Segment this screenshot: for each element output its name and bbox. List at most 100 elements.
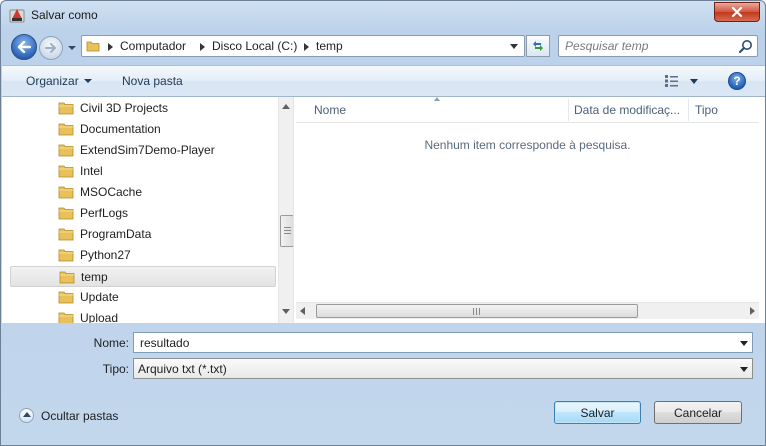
column-divider[interactable] [568,99,569,121]
close-icon [731,7,743,17]
search-input[interactable] [563,38,731,54]
main-area: Upload Update temp Python27 ProgramData PerfL… [2,97,765,323]
recent-pages-chevron-down-icon[interactable] [67,43,77,53]
folder-icon [86,41,100,52]
folder-icon [58,312,74,323]
tree-item-folder[interactable]: MSOCache [10,182,276,203]
tree-item-label: Upload [80,311,119,323]
file-name-label: Nome: [93,336,129,350]
refresh-icon [533,41,543,51]
organize-menu-button[interactable]: Organizar [26,74,92,88]
folder-icon [58,207,74,220]
navigation-pane-vertical-scrollbar[interactable] [278,97,293,323]
tree-item-label: ExtendSim7Demo-Player [80,143,215,157]
tree-item-label: ProgramData [80,227,152,241]
folder-icon [58,102,74,115]
command-bar: Organizar Nova pasta ? [2,65,765,97]
tree-item-folder[interactable]: Intel [10,161,276,182]
save-button[interactable]: Salvar [554,401,641,424]
grip-line [479,308,480,315]
arrow-right-icon [45,43,56,53]
breadcrumb-temp[interactable]: temp [316,39,343,53]
refresh-button[interactable] [526,35,550,57]
folder-icon [58,123,74,136]
title-bar: Salvar como [1,1,765,29]
grip-line [476,308,477,315]
arrow-left-icon [17,41,31,53]
file-type-value: Arquivo txt (*.txt) [138,362,227,376]
file-name-field[interactable] [133,332,753,353]
tree-item-label: PerfLogs [80,206,129,220]
save-as-dialog: Salvar como Computador Disco Local (C:) … [0,0,766,446]
window-title: Salvar como [31,8,98,22]
scroll-left-icon[interactable] [300,307,305,315]
folder-icon [58,144,74,157]
horizontal-scroll-thumb[interactable] [316,304,638,318]
close-button[interactable] [714,2,760,22]
address-bar[interactable]: Computador Disco Local (C:) temp [81,35,525,57]
navigation-pane: Upload Update temp Python27 ProgramData PerfL… [2,97,294,323]
search-icon[interactable] [738,39,753,54]
tree-item-folder[interactable]: Update [10,287,276,308]
column-name[interactable]: Nome [314,103,346,117]
tree-item-label: Update [80,290,119,304]
column-type[interactable]: Tipo [695,103,718,117]
address-dropdown-icon[interactable] [510,44,518,49]
tree-item-folder[interactable]: Documentation [10,119,276,140]
vertical-scroll-thumb[interactable] [280,215,293,247]
cancel-button[interactable]: Cancelar [654,401,742,424]
file-list-pane[interactable]: Nome Data de modificaç... Tipo Nenhum it… [296,97,759,323]
tree-item-folder[interactable]: ExtendSim7Demo-Player [10,140,276,161]
tree-item-label: Civil 3D Projects [80,101,169,115]
chevron-down-icon [83,79,92,83]
folder-icon [58,186,74,199]
breadcrumb-local-disk[interactable]: Disco Local (C:) [212,39,297,53]
view-options-dropdown-icon[interactable] [690,79,698,84]
forward-button[interactable] [39,36,63,60]
tree-item-folder[interactable]: Python27 [10,245,276,266]
file-type-select[interactable]: Arquivo txt (*.txt) [133,358,753,379]
view-options-icon[interactable] [664,74,680,88]
grip-line [473,308,474,315]
scroll-right-icon[interactable] [750,307,755,315]
breadcrumb-separator-icon[interactable] [304,43,309,51]
empty-message: Nenhum item corresponde à pesquisa. [424,138,631,152]
folder-icon [59,271,75,284]
app-icon [9,9,25,23]
tree-item-label: Intel [80,164,103,178]
tree-item-label: MSOCache [80,185,143,199]
folder-icon [58,228,74,241]
column-date-modified[interactable]: Data de modificaç... [574,103,680,117]
file-name-input[interactable] [138,335,728,350]
hide-folders-label: Ocultar pastas [41,409,119,423]
tree-item-folder[interactable]: Civil 3D Projects [10,98,276,119]
scroll-down-icon[interactable] [282,309,290,314]
grip-line [284,230,291,231]
file-list-horizontal-scrollbar[interactable] [296,302,759,319]
help-icon[interactable]: ? [728,72,746,90]
column-divider[interactable] [688,99,689,121]
new-folder-button[interactable]: Nova pasta [122,74,183,88]
tree-item-folder[interactable]: Upload [10,308,276,323]
file-type-label: Tipo: [102,362,129,376]
folder-icon [58,165,74,178]
grip-line [284,227,291,228]
grip-line [284,233,291,234]
tree-item-label: temp [81,270,108,284]
search-box[interactable] [558,35,758,57]
folder-icon [58,249,74,262]
tree-item-label: Python27 [80,248,131,262]
chevron-down-icon[interactable] [740,367,748,372]
chevron-up-icon [19,408,34,423]
column-header: Nome Data de modificaç... Tipo [296,97,759,123]
tree-item-label: Documentation [80,122,161,136]
tree-item-folder[interactable]: PerfLogs [10,203,276,224]
breadcrumb-computer[interactable]: Computador [120,39,186,53]
breadcrumb-separator-icon[interactable] [108,43,113,51]
back-button[interactable] [11,34,37,60]
scroll-up-icon[interactable] [282,104,290,109]
chevron-down-icon[interactable] [740,341,748,346]
breadcrumb-separator-icon[interactable] [200,43,205,51]
tree-item-folder[interactable]: ProgramData [10,224,276,245]
tree-item-folder[interactable]: temp [10,266,276,287]
